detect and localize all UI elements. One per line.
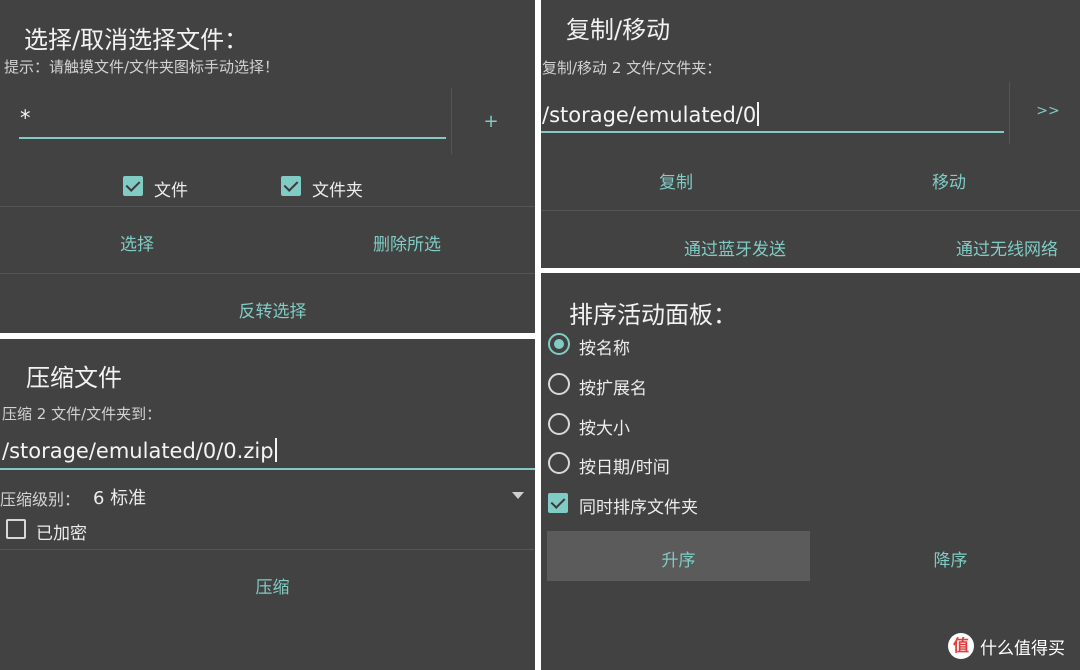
copy-move-panel: 复制/移动 复制/移动 2 文件/文件夹： /storage/emulated/… xyxy=(541,0,1080,268)
sort-by-size-radio[interactable] xyxy=(548,413,570,435)
sort-panel: 排序活动面板： 按名称 按扩展名 按大小 按日期/时间 同时排序文件夹 升序 降… xyxy=(541,273,1080,670)
file-checkbox[interactable] xyxy=(123,176,143,196)
copy-panel-title: 复制/移动 xyxy=(566,16,671,44)
send-bluetooth-button[interactable]: 通过蓝牙发送 xyxy=(670,235,800,260)
sort-option-label: 按名称 xyxy=(579,339,630,359)
ascending-button[interactable]: 升序 xyxy=(547,546,810,571)
zip-path-underline xyxy=(0,468,535,470)
copy-button[interactable]: 复制 xyxy=(601,168,751,193)
select-files-panel: 选择/取消选择文件： 提示：请触摸文件/文件夹图标手动选择！ * + 文件 文件… xyxy=(0,0,535,333)
browse-folder-button[interactable]: >> xyxy=(1031,103,1065,119)
input-divider xyxy=(451,88,452,154)
compression-level-label: 压缩级别： xyxy=(0,490,81,509)
descending-button[interactable]: 降序 xyxy=(819,546,1080,571)
copy-panel-hint: 复制/移动 2 文件/文件夹： xyxy=(542,59,722,77)
compress-panel: 压缩文件 压缩 2 文件/文件夹到： /storage/emulated/0/0… xyxy=(0,339,535,670)
sort-option-label: 按扩展名 xyxy=(579,379,647,399)
send-wifi-button[interactable]: 通过无线网络 xyxy=(942,235,1072,260)
watermark-logo: 值 xyxy=(948,633,974,659)
destination-path-input[interactable]: /storage/emulated/0 xyxy=(542,102,760,127)
text-caret xyxy=(757,102,760,126)
destination-path-underline xyxy=(541,131,1004,133)
sort-by-name-radio[interactable] xyxy=(548,333,570,355)
compress-panel-hint: 压缩 2 文件/文件夹到： xyxy=(2,405,162,423)
watermark: 值 什么值得买 xyxy=(948,632,1065,660)
select-panel-title: 选择/取消选择文件： xyxy=(24,26,249,54)
sort-option-label: 按大小 xyxy=(579,419,630,439)
compress-button[interactable]: 压缩 xyxy=(0,573,535,598)
watermark-text: 什么值得买 xyxy=(980,638,1065,659)
compress-panel-title: 压缩文件 xyxy=(26,364,122,392)
divider xyxy=(0,273,535,274)
pattern-input[interactable]: * xyxy=(20,106,31,130)
move-button[interactable]: 移动 xyxy=(874,168,1024,193)
delete-selected-button[interactable]: 删除所选 xyxy=(330,230,484,255)
encrypt-checkbox-label: 已加密 xyxy=(36,524,87,544)
text-caret xyxy=(274,438,277,462)
file-checkbox-label: 文件 xyxy=(154,181,188,201)
divider xyxy=(541,210,1080,211)
sort-option-label: 按日期/时间 xyxy=(579,458,670,478)
pattern-input-underline xyxy=(19,137,446,139)
select-panel-hint: 提示：请触摸文件/文件夹图标手动选择！ xyxy=(4,58,280,76)
invert-selection-button[interactable]: 反转选择 xyxy=(0,297,535,322)
sort-by-date-radio[interactable] xyxy=(548,452,570,474)
encrypt-checkbox[interactable] xyxy=(6,519,26,539)
zip-path-value: /storage/emulated/0/0.zip xyxy=(2,439,274,463)
divider xyxy=(0,206,535,207)
sort-panel-title: 排序活动面板： xyxy=(569,301,737,329)
compression-level-select[interactable]: 6 标准 xyxy=(93,484,146,510)
sort-folders-label: 同时排序文件夹 xyxy=(579,498,698,518)
input-divider xyxy=(1009,82,1010,144)
divider xyxy=(0,549,535,550)
select-button[interactable]: 选择 xyxy=(60,230,214,255)
sort-folders-checkbox[interactable] xyxy=(548,493,568,513)
zip-path-input[interactable]: /storage/emulated/0/0.zip xyxy=(2,438,277,463)
destination-path-value: /storage/emulated/0 xyxy=(542,103,757,127)
sort-by-extension-radio[interactable] xyxy=(548,373,570,395)
add-pattern-button[interactable]: + xyxy=(476,111,506,132)
folder-checkbox-label: 文件夹 xyxy=(312,181,363,201)
chevron-down-icon[interactable] xyxy=(512,492,524,499)
folder-checkbox[interactable] xyxy=(281,176,301,196)
